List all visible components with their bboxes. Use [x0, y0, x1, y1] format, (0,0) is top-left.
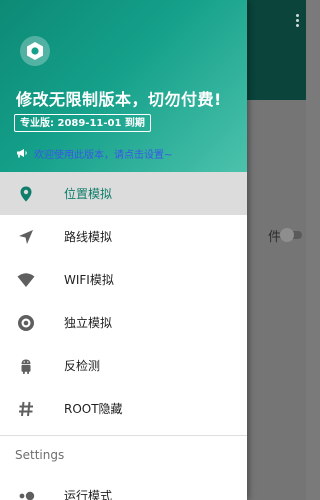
menu-item-label: 位置模拟 — [64, 187, 113, 201]
navigation-arrow-icon — [17, 228, 35, 246]
drawer-header: 修改无限制版本，切勿付费! 专业版: 2089-11-01 到期 欢迎使用此版本… — [0, 0, 247, 172]
menu-item-label: 路线模拟 — [64, 230, 113, 244]
app-logo-icon — [20, 36, 50, 66]
menu-item-wifi-simulation[interactable]: WIFI模拟 — [0, 258, 247, 301]
settings-menu: 运行模式 — [0, 474, 247, 500]
header-title: 修改无限制版本，切勿付费! — [16, 90, 222, 109]
wifi-icon — [17, 271, 35, 289]
overflow-menu-icon[interactable] — [294, 14, 300, 30]
expiry-badge: 专业版: 2089-11-01 到期 — [14, 114, 151, 132]
target-circle-icon — [17, 314, 35, 332]
settings-section-header: Settings — [15, 448, 65, 462]
hash-icon — [17, 400, 35, 418]
menu-item-label: 反检测 — [64, 359, 101, 373]
navigation-drawer: 修改无限制版本，切勿付费! 专业版: 2089-11-01 到期 欢迎使用此版本… — [0, 0, 247, 500]
megaphone-icon — [17, 149, 27, 158]
menu-item-label: ROOT隐藏 — [64, 402, 123, 416]
menu-item-label: 运行模式 — [64, 489, 113, 500]
drawer-menu: 位置模拟 路线模拟 WIFI模拟 独立模拟 反检测 ROOT隐藏 — [0, 172, 247, 430]
android-icon — [17, 357, 35, 375]
menu-item-location-simulation[interactable]: 位置模拟 — [0, 172, 247, 215]
location-pin-icon — [17, 185, 35, 203]
menu-item-root-hide[interactable]: ROOT隐藏 — [0, 387, 247, 430]
menu-item-route-simulation[interactable]: 路线模拟 — [0, 215, 247, 258]
notice-text: 欢迎使用此版本，请点击设置~ — [34, 149, 173, 161]
toggle-dots-icon — [17, 487, 35, 500]
notice-link[interactable]: 欢迎使用此版本，请点击设置~ — [16, 145, 172, 161]
menu-item-run-mode[interactable]: 运行模式 — [0, 474, 247, 500]
menu-item-anti-detection[interactable]: 反检测 — [0, 344, 247, 387]
menu-item-label: 独立模拟 — [64, 316, 113, 330]
background-switch[interactable] — [280, 228, 302, 242]
menu-item-label: WIFI模拟 — [64, 273, 114, 287]
menu-item-independent-simulation[interactable]: 独立模拟 — [0, 301, 247, 344]
